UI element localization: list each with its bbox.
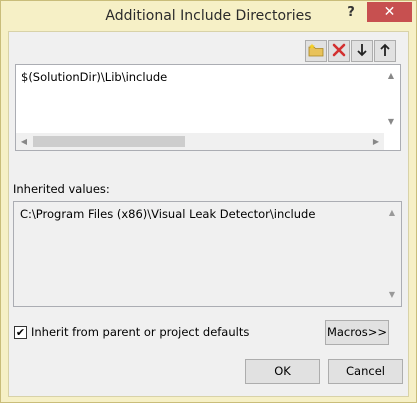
macros-button[interactable]: Macros>>: [325, 320, 389, 345]
scroll-up-icon[interactable]: ▲: [386, 71, 396, 81]
directory-list[interactable]: $(SolutionDir)\Lib\include ▲ ▼ ◀ ▶: [15, 64, 401, 151]
scroll-right-icon[interactable]: ▶: [368, 133, 384, 150]
inherit-checkbox[interactable]: ✔: [14, 325, 27, 339]
ok-button[interactable]: OK: [245, 359, 320, 384]
scroll-up-icon: ▲: [388, 208, 396, 217]
help-button[interactable]: ?: [340, 4, 362, 22]
horizontal-scroll-thumb[interactable]: [33, 136, 185, 147]
title-bar[interactable]: Additional Include Directories ? ✕: [1, 1, 416, 32]
list-item[interactable]: $(SolutionDir)\Lib\include: [21, 70, 167, 84]
delete-line-button[interactable]: [328, 40, 350, 62]
scroll-down-icon[interactable]: ▼: [386, 117, 396, 127]
cancel-button[interactable]: Cancel: [328, 359, 403, 384]
delete-icon: [332, 43, 346, 60]
dialog-client-area: $(SolutionDir)\Lib\include ▲ ▼ ◀ ▶ Inher…: [8, 31, 409, 397]
scroll-down-icon: ▼: [388, 290, 396, 299]
list-item: C:\Program Files (x86)\Visual Leak Detec…: [20, 207, 316, 221]
horizontal-scrollbar[interactable]: ◀ ▶: [16, 133, 384, 150]
new-line-button[interactable]: [305, 40, 327, 62]
inherited-values-label: Inherited values:: [13, 182, 110, 196]
move-down-button[interactable]: [351, 40, 373, 62]
inherit-checkbox-label[interactable]: Inherit from parent or project defaults: [31, 325, 249, 339]
dialog-window: Additional Include Directories ? ✕ $(Sol…: [0, 0, 417, 403]
directory-toolbar: [305, 40, 396, 62]
move-up-button[interactable]: [374, 40, 396, 62]
inherit-option[interactable]: ✔ Inherit from parent or project default…: [14, 325, 249, 339]
new-folder-icon: [308, 43, 324, 60]
inherited-values-list: C:\Program Files (x86)\Visual Leak Detec…: [13, 201, 402, 307]
scroll-left-icon[interactable]: ◀: [16, 133, 32, 150]
close-button[interactable]: ✕: [367, 2, 412, 22]
move-up-icon: [379, 43, 391, 60]
checkmark-icon: ✔: [15, 325, 26, 339]
move-down-icon: [356, 43, 368, 60]
